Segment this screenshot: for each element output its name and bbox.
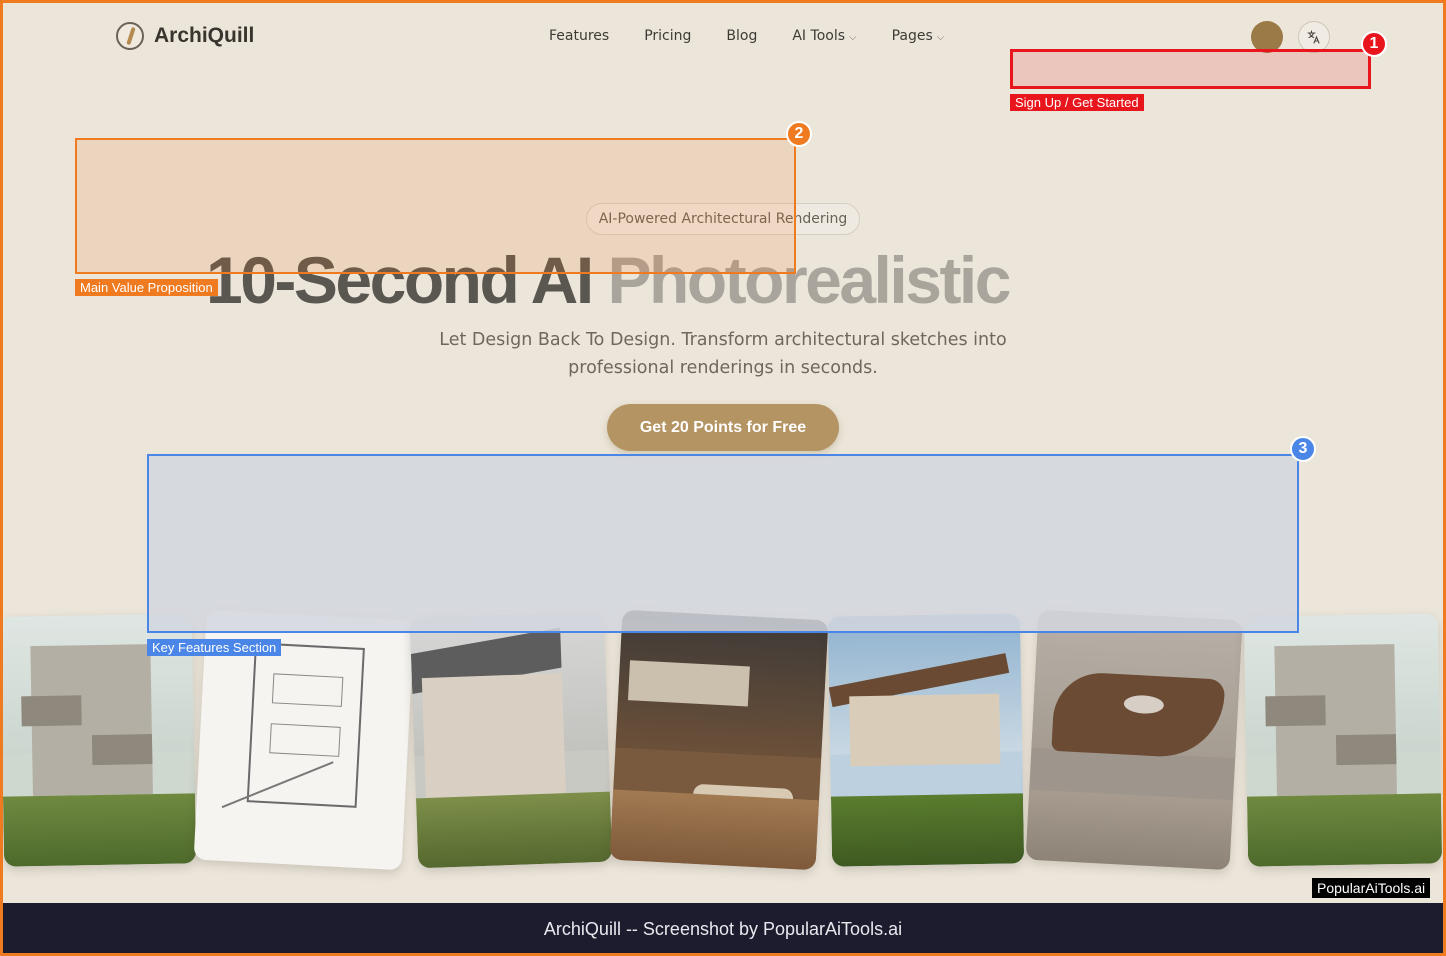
nav-link-ai-tools[interactable]: AI Tools ⌵ (792, 28, 856, 44)
annotation-3-box (147, 454, 1299, 633)
gallery-image-interior[interactable] (609, 609, 829, 871)
quill-logo-icon (116, 22, 144, 50)
get-free-points-button[interactable]: Get 20 Points for Free (607, 404, 839, 451)
footer-caption: ArchiQuill -- Screenshot by PopularAiToo… (0, 903, 1446, 956)
annotation-1-box (1010, 49, 1371, 89)
hero-subtitle: Let Design Back To Design. Transform arc… (439, 330, 1007, 378)
gallery-image-organic-pavilion[interactable] (1025, 609, 1243, 871)
annotation-2-label: Main Value Proposition (75, 279, 218, 296)
watermark: PopularAiTools.ai (1312, 878, 1431, 898)
chevron-down-icon: ⌵ (849, 32, 857, 43)
annotation-3-number: 3 (1290, 436, 1316, 462)
gallery-image-hillside-house[interactable] (409, 611, 613, 869)
annotation-1-label: Sign Up / Get Started (1010, 94, 1144, 111)
nav-links: Features Pricing Blog AI Tools ⌵ Pages ⌵ (549, 28, 979, 44)
brand-name: ArchiQuill (154, 24, 255, 47)
nav-link-pages[interactable]: Pages ⌵ (892, 28, 945, 44)
nav-link-blog[interactable]: Blog (726, 28, 757, 44)
annotation-2-number: 2 (786, 121, 812, 147)
translate-icon (1307, 30, 1320, 44)
annotation-2-box (75, 138, 796, 274)
annotation-3-label: Key Features Section (147, 639, 282, 656)
gallery-image-concrete-house-repeat[interactable] (1243, 613, 1443, 867)
chevron-down-icon: ⌵ (936, 32, 945, 43)
nav-link-features[interactable]: Features (549, 28, 609, 44)
nav-link-pricing[interactable]: Pricing (644, 28, 691, 44)
brand-logo[interactable]: ArchiQuill (116, 22, 254, 50)
gallery-image-modern-villa[interactable] (827, 613, 1025, 867)
annotation-1-number: 1 (1361, 31, 1387, 57)
